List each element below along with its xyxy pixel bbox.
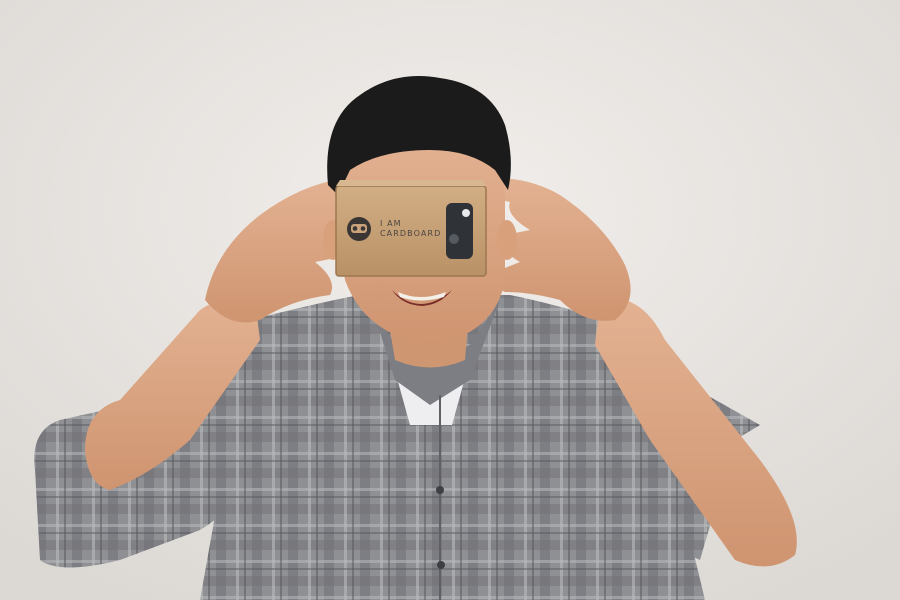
- cardboard-logo-icon: [347, 217, 371, 241]
- shirt-button: [437, 561, 445, 569]
- label-line1: I AM: [380, 219, 402, 228]
- label-line2: CARDBOARD: [380, 229, 442, 238]
- photo-illustration: [0, 0, 900, 600]
- shirt-button: [436, 486, 444, 494]
- photo-scene: I AM CARDBOARD: [0, 0, 900, 600]
- cardboard-label: I AM CARDBOARD: [380, 219, 441, 239]
